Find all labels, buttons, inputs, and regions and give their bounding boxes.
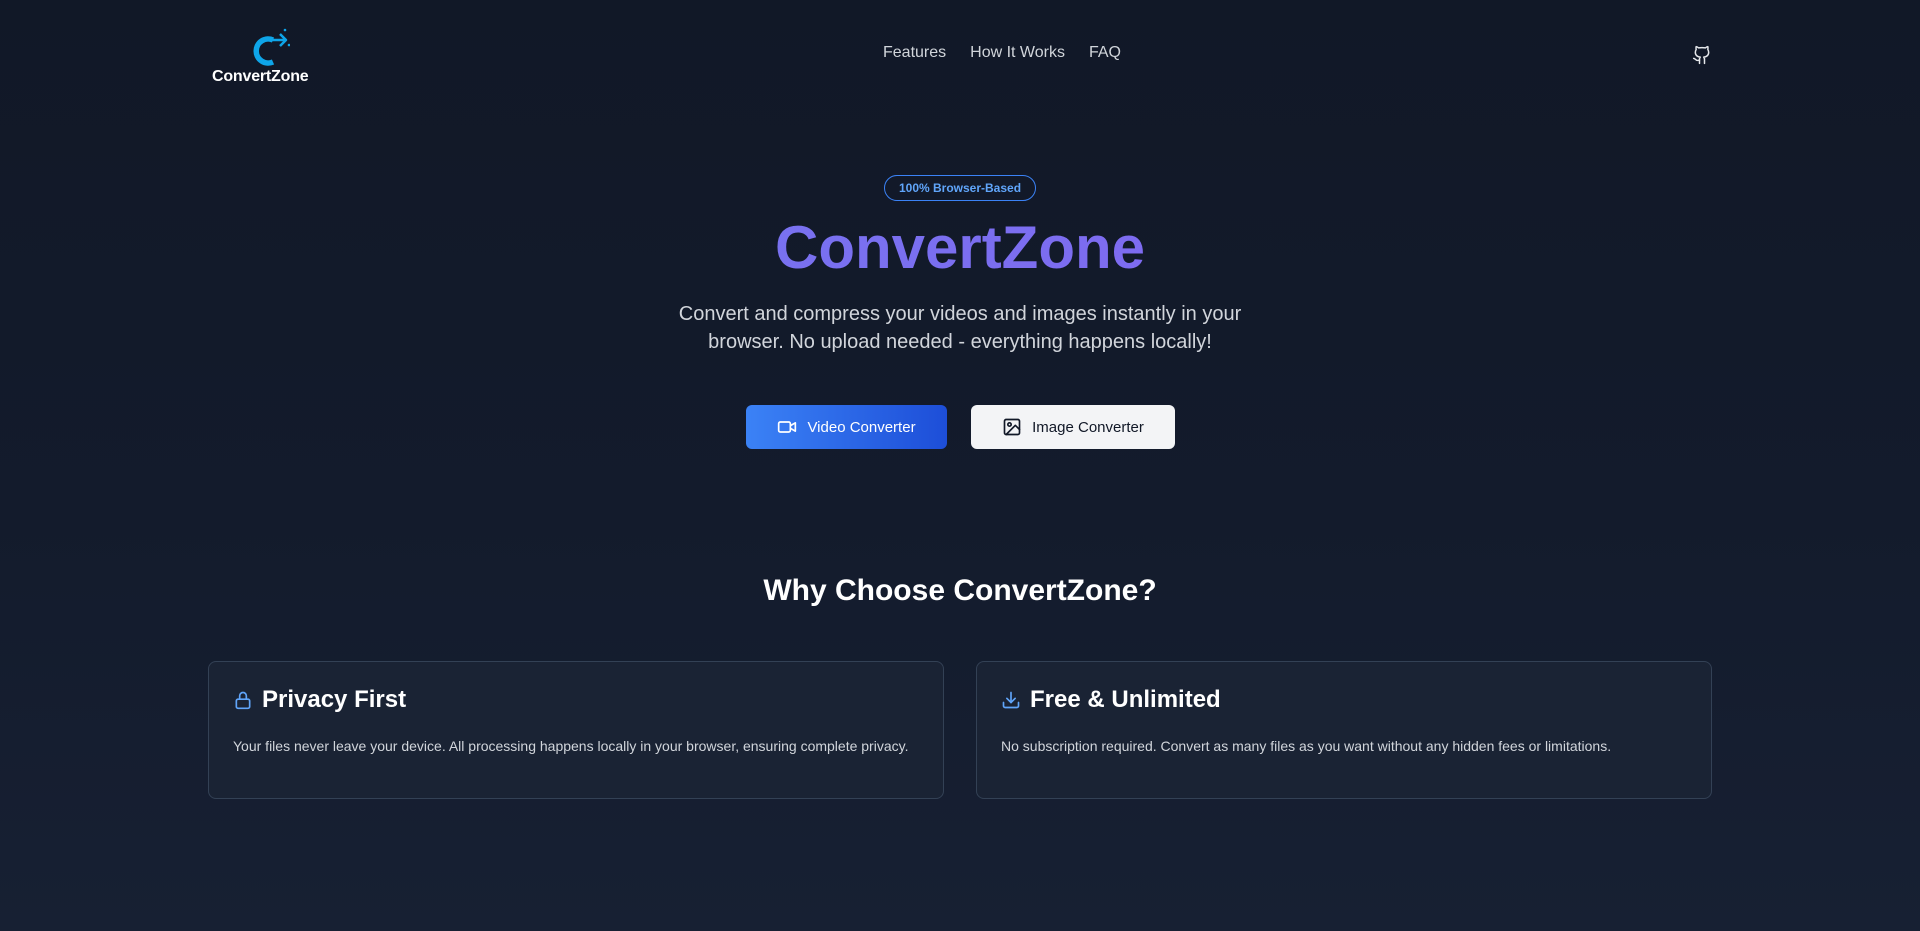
- hero-title: ConvertZone: [0, 212, 1920, 284]
- image-converter-button[interactable]: Image Converter: [971, 405, 1175, 449]
- image-converter-label: Image Converter: [1032, 418, 1144, 436]
- site-header: ConvertZone Features How It Works FAQ: [0, 0, 1920, 110]
- features-title: Why Choose ConvertZone?: [763, 574, 1157, 607]
- feature-card-privacy: Privacy First Your files never leave you…: [208, 661, 944, 799]
- feature-card-description: Your files never leave your device. All …: [233, 738, 909, 754]
- nav-link-faq[interactable]: FAQ: [1089, 44, 1121, 62]
- video-converter-button[interactable]: Video Converter: [746, 405, 947, 449]
- lock-icon: [235, 691, 251, 710]
- logo-convert-icon: [253, 28, 290, 66]
- nav-link-how-it-works[interactable]: How It Works: [970, 44, 1065, 62]
- feature-card-free: Free & Unlimited No subscription require…: [976, 661, 1712, 799]
- feature-card-header: Privacy First: [233, 686, 406, 714]
- browser-based-badge: 100% Browser-Based: [884, 175, 1036, 201]
- feature-card-description: No subscription required. Convert as man…: [1001, 738, 1612, 754]
- page: ConvertZone Features How It Works FAQ 10…: [0, 0, 1920, 931]
- feature-card-header: Free & Unlimited: [1001, 686, 1221, 714]
- logo-text: ConvertZone: [212, 68, 309, 85]
- download-icon: [1002, 691, 1020, 709]
- hero-subtitle: Convert and compress your videos and ima…: [678, 303, 1242, 353]
- video-converter-label: Video Converter: [807, 418, 916, 436]
- image-icon: [1003, 418, 1021, 436]
- nav-link-features[interactable]: Features: [883, 44, 946, 62]
- feature-card-title: Privacy First: [262, 686, 407, 713]
- main-nav: Features How It Works FAQ: [883, 44, 1121, 62]
- video-camera-icon: [778, 421, 797, 433]
- logo-link[interactable]: ConvertZone: [212, 28, 320, 88]
- feature-card-title: Free & Unlimited: [1030, 686, 1221, 713]
- github-icon[interactable]: [1692, 45, 1712, 65]
